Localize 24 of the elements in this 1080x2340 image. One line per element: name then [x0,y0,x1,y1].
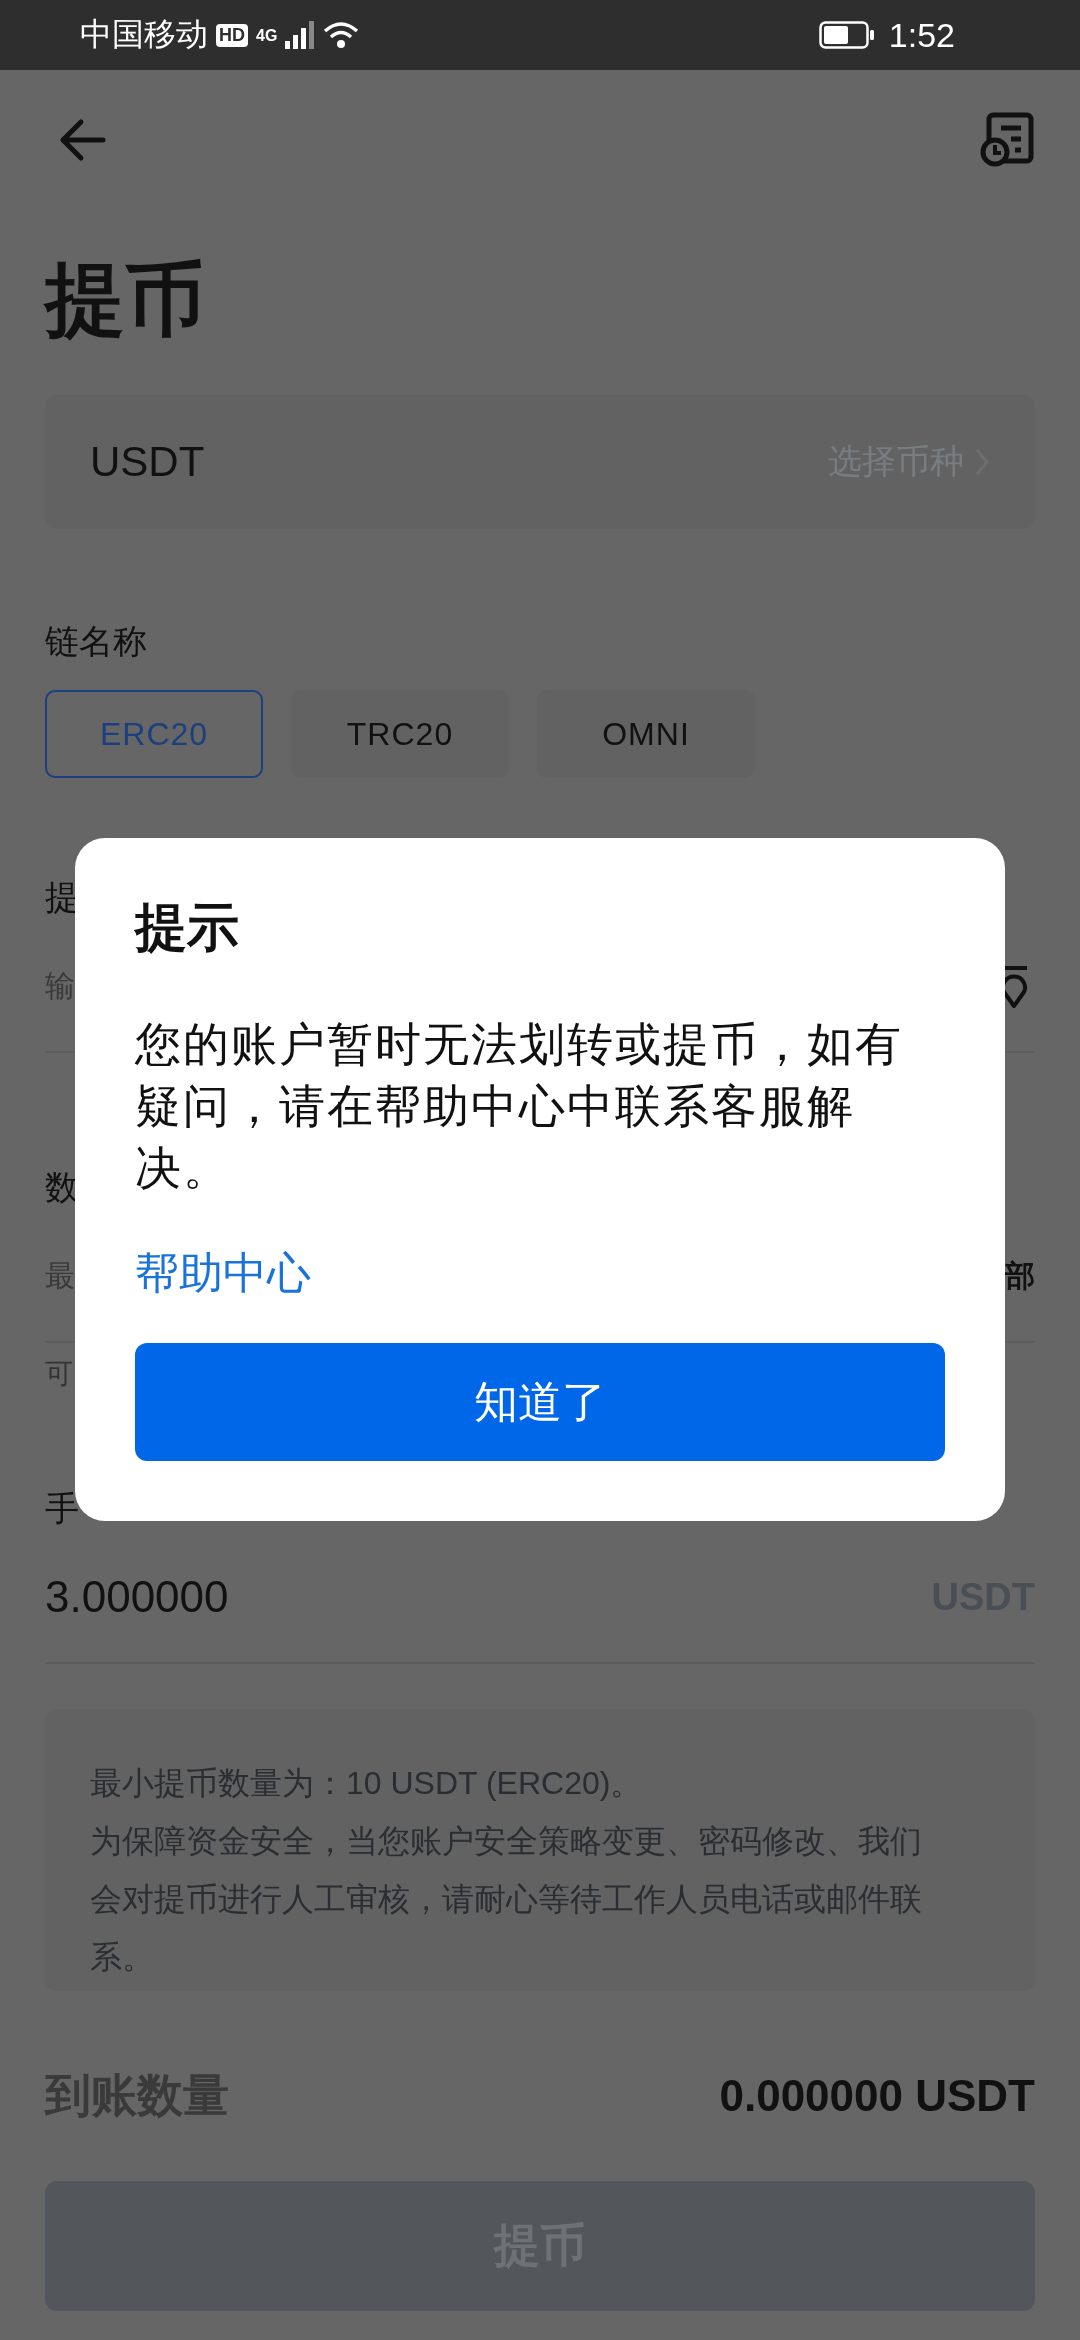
battery-icon [818,21,875,49]
all-link[interactable]: 部 [1005,1255,1035,1297]
page-title: 提币 [45,254,206,346]
history-record-icon[interactable] [979,112,1035,168]
help-center-link[interactable]: 帮助中心 [135,1244,311,1303]
signal-icon [285,21,316,49]
confirm-button[interactable]: 知道了 [135,1343,945,1461]
wifi-icon [323,21,360,49]
chain-option[interactable]: TRC20 [291,690,509,778]
dialog-title: 提示 [135,897,239,958]
address-label: 提 [45,877,75,918]
chain-option[interactable]: ERC20 [45,690,263,778]
fee-value: 3.000000 [45,1572,229,1622]
chain-label: 链名称 [45,621,148,662]
hd-badge: HD [216,23,248,47]
notice-text: 为保障资金安全，当您账户安全策略变更、密码修改、我们会对提币进行人工审核，请耐心等待工作人员电话或邮件联系。 [90,1822,923,1977]
notice-text: 最小提币数量为：10 USDT (ERC20)。 [90,1764,644,1803]
amount-label: 数 [45,1167,75,1208]
clock-time: 1:52 [888,15,955,55]
receive-amount: 0.000000 USDT [719,2071,1035,2121]
carrier-name: 中国移动 [80,15,208,54]
network-type: 4G [256,27,278,45]
dialog-message: 您的账户暂时无法划转或提币，如有疑问，请在帮助中心中联系客服解决。 [135,1017,904,1196]
chain-option[interactable]: OMNI [537,690,755,778]
